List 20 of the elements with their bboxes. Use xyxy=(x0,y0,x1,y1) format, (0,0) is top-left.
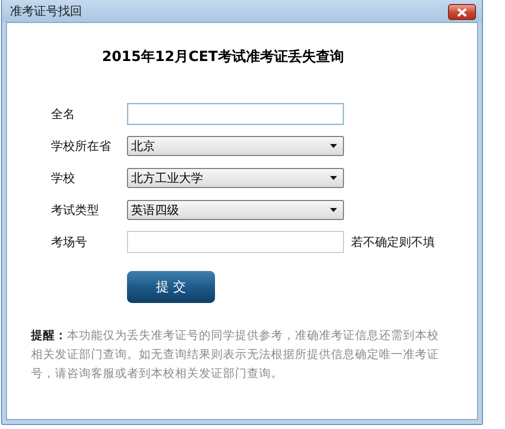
field-label: 学校所在省 xyxy=(51,138,112,154)
caret-icon xyxy=(330,176,337,180)
input-field[interactable] xyxy=(127,231,344,253)
window-title: 准考证号找回 xyxy=(10,2,82,20)
caret-icon xyxy=(330,208,337,212)
hint-text: 若不确定则不填 xyxy=(351,234,435,250)
caret-icon xyxy=(330,144,337,148)
field-label: 学校 xyxy=(51,170,76,186)
dropdown[interactable]: 英语四级 xyxy=(127,200,344,220)
note-text: 提醒：本功能仅为丢失准考证号的同学提供参考，准确准考证信息还需到本校相关发证部门查询。如无查询结果则表示无法根据所提供信息确定唯一准考证号，请咨询客服或者到本校相关发证部门查询。 xyxy=(31,327,440,382)
dropdown[interactable]: 北京 xyxy=(127,136,344,156)
field-label: 全名 xyxy=(51,106,76,122)
dropdown[interactable]: 北方工业大学 xyxy=(127,168,344,188)
field-label: 考场号 xyxy=(51,234,88,250)
submit-button[interactable]: 提 交 xyxy=(127,271,215,303)
form-heading: 2015年12月CET考试准考证丢失查询 xyxy=(102,48,344,66)
field-label: 考试类型 xyxy=(51,202,100,218)
close-icon xyxy=(457,8,467,16)
close-button[interactable] xyxy=(448,4,476,20)
input-field[interactable] xyxy=(127,103,344,125)
